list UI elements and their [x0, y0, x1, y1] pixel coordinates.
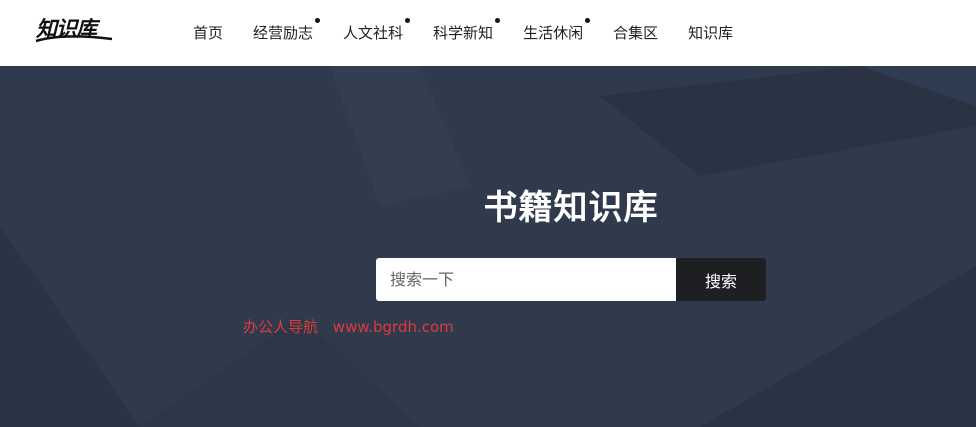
- search-form: 搜索: [376, 258, 766, 301]
- nav-item-collections[interactable]: 合集区: [613, 23, 658, 43]
- nav-item-humanities[interactable]: 人文社科: [343, 18, 411, 43]
- dropdown-dot-icon: [585, 18, 591, 23]
- logo-text: 知识库: [36, 16, 97, 41]
- nav-item-lifestyle[interactable]: 生活休闲: [523, 18, 591, 43]
- site-header: 知识库 首页 经营励志 人文社科 科学新知 生活休闲 合集区 知识库: [0, 0, 976, 66]
- nav-item-business[interactable]: 经营励志: [253, 18, 321, 43]
- nav-item-label: 知识库: [688, 24, 734, 42]
- watermark-url: www.bgrdh.com: [332, 318, 454, 336]
- main-nav: 首页 经营励志 人文社科 科学新知 生活休闲 合集区 知识库: [193, 0, 763, 66]
- search-button[interactable]: 搜索: [676, 258, 766, 301]
- nav-item-science[interactable]: 科学新知: [433, 18, 501, 43]
- nav-item-label: 合集区: [613, 24, 659, 42]
- dropdown-dot-icon: [495, 18, 501, 23]
- hero-banner: 书籍知识库 搜索 办公人导航 www.bgrdh.com: [0, 66, 976, 427]
- nav-item-label: 经营励志: [253, 24, 314, 42]
- nav-item-home[interactable]: 首页: [193, 23, 223, 43]
- hero-background-pattern: [0, 66, 976, 427]
- watermark-name: 办公人导航: [243, 318, 319, 336]
- nav-item-label: 生活休闲: [523, 24, 584, 42]
- dropdown-dot-icon: [405, 18, 411, 23]
- dropdown-dot-icon: [315, 18, 321, 23]
- nav-item-label: 科学新知: [433, 24, 494, 42]
- watermark: 办公人导航 www.bgrdh.com: [243, 316, 454, 337]
- search-input[interactable]: [376, 258, 676, 301]
- site-logo[interactable]: 知识库: [34, 11, 114, 47]
- nav-item-label: 人文社科: [343, 24, 404, 42]
- nav-item-label: 首页: [193, 24, 224, 42]
- nav-item-knowledge-base[interactable]: 知识库: [688, 23, 733, 43]
- page-title: 书籍知识库: [483, 188, 659, 228]
